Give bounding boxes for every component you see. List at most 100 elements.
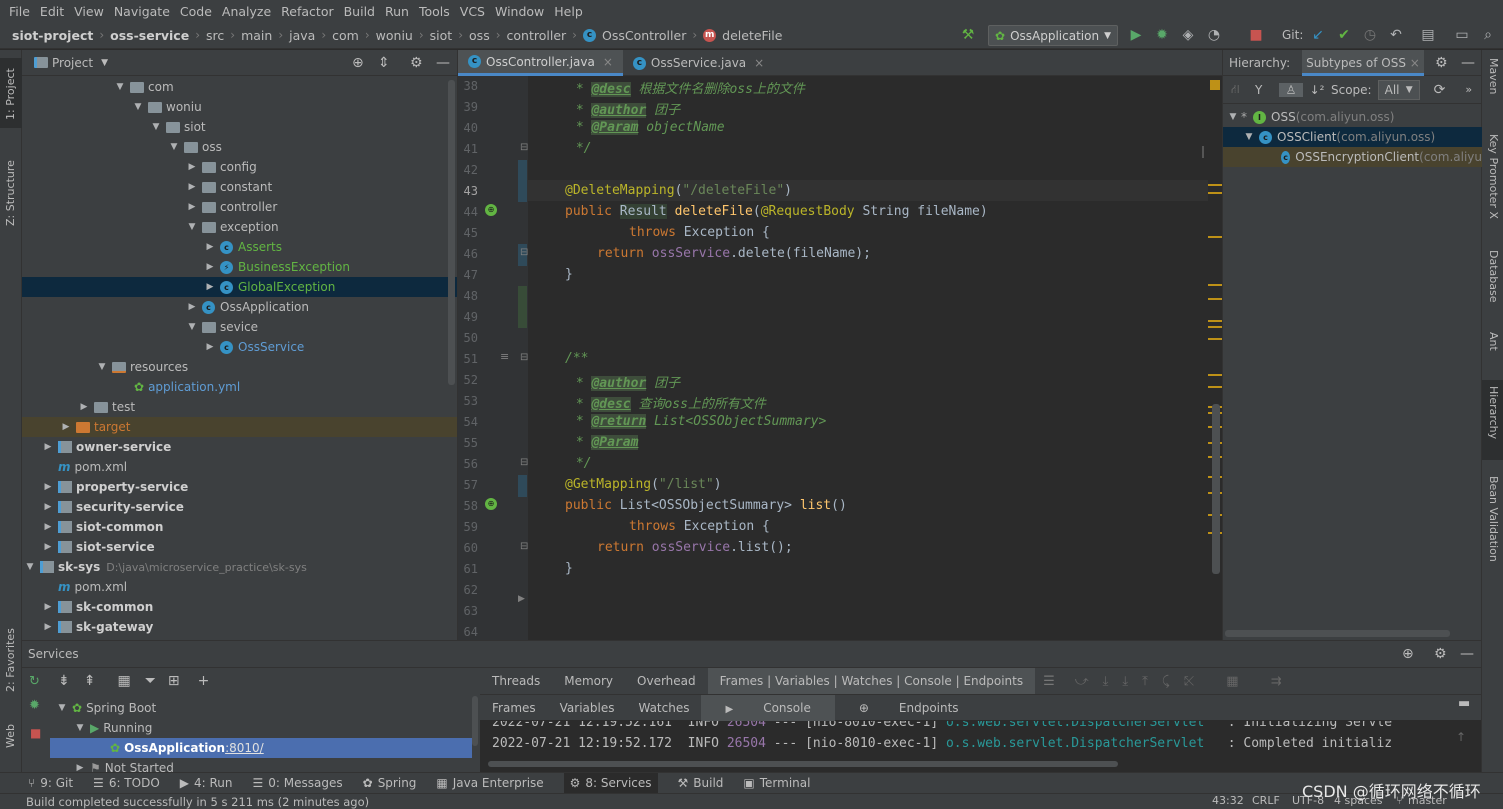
service-group[interactable]: ▼ ✿ Spring Boot xyxy=(50,698,472,718)
tab-subtypes[interactable]: Subtypes of OSS × xyxy=(1302,49,1424,76)
filter-icon[interactable]: ⏷ xyxy=(145,673,156,689)
stop-icon[interactable]: ■ xyxy=(30,726,41,740)
tab-frames-layout[interactable]: Frames | Variables | Watches | Console |… xyxy=(707,668,1036,694)
crumb-java[interactable]: java xyxy=(283,28,315,43)
scope-select[interactable]: All ▼ xyxy=(1377,79,1420,100)
tree-item[interactable]: ▶ siot-common xyxy=(22,517,457,537)
tab-memory[interactable]: Memory xyxy=(552,674,625,688)
crumb-method[interactable]: deleteFile xyxy=(716,28,782,43)
tree-item[interactable]: ▶ target xyxy=(22,417,457,437)
service-status-group[interactable]: ▼ ▶ Running xyxy=(50,718,472,738)
tool-build[interactable]: ⚒ Build xyxy=(678,776,724,790)
menu-edit[interactable]: Edit xyxy=(35,4,69,19)
add-service-icon[interactable]: ⊕ xyxy=(1402,646,1414,662)
fold-arrow-icon[interactable]: ▶ xyxy=(518,594,525,604)
more-icon[interactable]: » xyxy=(1465,83,1472,96)
tool-maven[interactable]: Maven xyxy=(1487,58,1500,108)
subtab-console[interactable]: ▶ Console xyxy=(701,694,835,721)
doc-render-icon[interactable]: ≡ xyxy=(500,350,509,363)
tool-database[interactable]: Database xyxy=(1487,250,1500,320)
menu-navigate[interactable]: Navigate xyxy=(109,4,175,19)
tree-item[interactable]: ▶ config xyxy=(22,157,457,177)
subtab-variables[interactable]: Variables xyxy=(548,701,627,715)
add-icon[interactable]: + xyxy=(198,673,210,689)
tree-item-selected[interactable]: ▶ c GlobalException xyxy=(22,277,457,297)
tool-bean-validation[interactable]: Bean Validation xyxy=(1487,476,1500,576)
caret-position[interactable]: 43:32 xyxy=(1212,794,1244,807)
subtab-endpoints[interactable]: ⊕ Endpoints xyxy=(835,701,983,715)
hierarchy-item[interactable]: ▼ * I OSS (com.aliyun.oss) xyxy=(1223,107,1482,127)
minimize-icon[interactable]: — xyxy=(436,55,450,71)
console-h-scrollbar[interactable] xyxy=(488,761,1118,767)
endpoint-gutter-icon[interactable]: ⊕ xyxy=(485,204,497,216)
chevron-down-icon[interactable]: ▼ xyxy=(101,58,108,68)
gear-icon[interactable]: ⚙ xyxy=(1435,55,1448,71)
menu-refactor[interactable]: Refactor xyxy=(276,4,338,19)
crumb-oss[interactable]: oss xyxy=(463,28,490,43)
hierarchy-item-selected[interactable]: ▼ c OSSClient (com.aliyun.oss) xyxy=(1223,127,1482,147)
scroll-up-icon[interactable]: ↑ xyxy=(1456,730,1466,744)
presentation-icon[interactable]: ▭ xyxy=(1454,27,1470,43)
crumb-src[interactable]: src xyxy=(200,28,224,43)
tree-item[interactable]: ▶ ⚡ BusinessException xyxy=(22,257,457,277)
tab-overhead[interactable]: Overhead xyxy=(625,674,708,688)
tool-structure[interactable]: Z: Structure xyxy=(4,146,17,226)
warning-icon[interactable] xyxy=(1210,80,1220,90)
project-structure-icon[interactable]: ▤ xyxy=(1420,27,1436,43)
tool-terminal[interactable]: ▣ Terminal xyxy=(743,776,810,790)
service-item-selected[interactable]: ✿ OssApplication :8010/ xyxy=(50,738,472,758)
hierarchy-item[interactable]: c OSSEncryptionClient (com.aliyu xyxy=(1223,147,1482,167)
menu-analyze[interactable]: Analyze xyxy=(217,4,276,19)
collapse-all-icon[interactable]: ⇞ xyxy=(84,673,96,689)
coverage-icon[interactable]: ◈ xyxy=(1180,27,1196,43)
subtab-watches[interactable]: Watches xyxy=(626,701,701,715)
run-icon[interactable]: ▶ xyxy=(1128,27,1144,43)
menu-window[interactable]: Window xyxy=(490,4,549,19)
tab-osscontroller[interactable]: c OssController.java × xyxy=(458,50,623,76)
status-message[interactable]: Build completed successfully in 5 s 211 … xyxy=(26,795,369,809)
tool-spring[interactable]: ✿ Spring xyxy=(363,776,417,790)
tab-threads[interactable]: Threads xyxy=(480,674,552,688)
subtab-frames[interactable]: Frames xyxy=(480,701,548,715)
tree-item[interactable]: ▶ security-service xyxy=(22,497,457,517)
run-configuration-select[interactable]: ✿ OssApplication ▼ xyxy=(988,25,1118,46)
editor-error-stripe[interactable] xyxy=(1208,76,1222,640)
rerun-icon[interactable]: ↻ xyxy=(29,674,40,689)
rollback-icon[interactable]: ↶ xyxy=(1388,27,1404,43)
menu-help[interactable]: Help xyxy=(549,4,588,19)
endpoint-gutter-icon[interactable]: ⊕ xyxy=(485,498,497,510)
tree-item[interactable]: ✿ application.yml xyxy=(22,377,457,397)
refresh-icon[interactable]: ⟳ xyxy=(1434,82,1446,98)
menu-run[interactable]: Run xyxy=(380,4,414,19)
minimize-icon[interactable]: — xyxy=(1461,55,1475,71)
tree-item[interactable]: ▼ com xyxy=(22,77,457,97)
tree-item[interactable]: ▶ sk-gateway xyxy=(22,617,457,637)
tree-item[interactable]: ▶ c OssApplication xyxy=(22,297,457,317)
tool-ant[interactable]: Ant xyxy=(1487,332,1500,372)
tree-item[interactable]: ▶ controller xyxy=(22,197,457,217)
tree-item[interactable]: ▶ siot-service xyxy=(22,537,457,557)
menu-code[interactable]: Code xyxy=(175,4,217,19)
locate-icon[interactable]: ⊕ xyxy=(352,55,364,71)
tree-item[interactable]: ▶ c OssService xyxy=(22,337,457,357)
close-icon[interactable]: × xyxy=(754,56,764,70)
tree-item[interactable]: ▼ oss xyxy=(22,137,457,157)
git-update-icon[interactable]: ↙ xyxy=(1310,27,1326,43)
project-title[interactable]: Project xyxy=(52,56,93,70)
menu-vcs[interactable]: VCS xyxy=(455,4,490,19)
tool-run[interactable]: ▶ 4: Run xyxy=(180,776,233,790)
layout-icon[interactable]: ☰ xyxy=(1035,674,1063,689)
menu-view[interactable]: View xyxy=(69,4,109,19)
menu-file[interactable]: File xyxy=(4,4,35,19)
tool-git[interactable]: ⑂ 9: Git xyxy=(28,776,73,790)
stop-icon[interactable]: ■ xyxy=(1248,27,1264,43)
tree-item[interactable]: ▶ sk-common xyxy=(22,597,457,617)
tree-item[interactable]: ▶ constant xyxy=(22,177,457,197)
collapse-all-icon[interactable]: ⇕ xyxy=(378,55,390,71)
project-scrollbar[interactable] xyxy=(448,80,455,385)
menu-build[interactable]: Build xyxy=(339,4,380,19)
crumb-com[interactable]: com xyxy=(326,28,359,43)
crumb-module[interactable]: oss-service xyxy=(104,28,189,43)
tool-hierarchy[interactable]: Hierarchy xyxy=(1487,386,1500,456)
new-tab-icon[interactable]: ⊞ xyxy=(168,673,180,689)
